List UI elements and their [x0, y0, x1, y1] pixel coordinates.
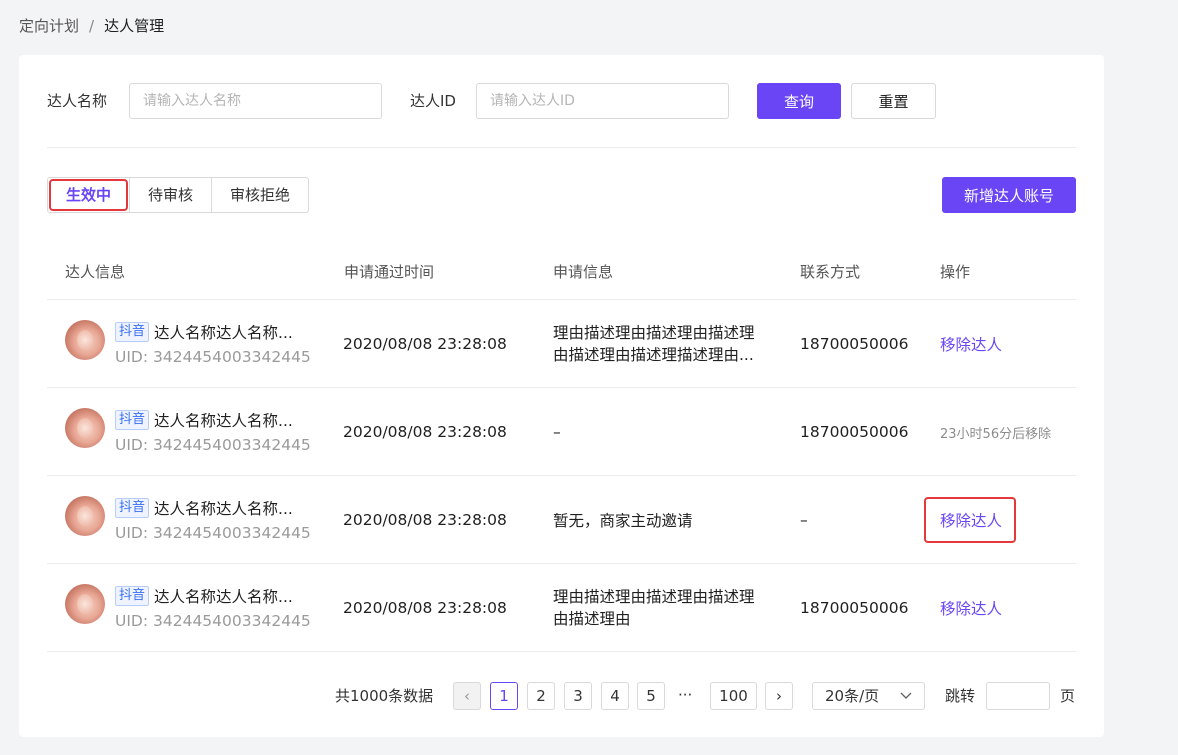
creator-id-input[interactable] [476, 83, 729, 119]
application-info: 理由描述理由描述理由描述理 由描述理由 [553, 564, 773, 652]
avatar [65, 320, 105, 360]
creator-uid: UID: 3424454003342445 [115, 436, 311, 454]
removal-countdown: 23小时56分后移除 [940, 426, 1052, 442]
application-info: 理由描述理由描述理由描述理 由描述理由描述理描述理由... [553, 300, 773, 388]
remove-creator-link[interactable]: 移除达人 [923, 497, 1017, 543]
creator-name-input[interactable] [129, 83, 382, 119]
action-cell: 移除达人 [923, 476, 1017, 564]
avatar [65, 408, 105, 448]
creator-uid: UID: 3424454003342445 [115, 524, 311, 542]
page-5[interactable]: 5 [637, 682, 665, 710]
contact: 18700050006 [800, 423, 909, 441]
table-row: 抖音 达人名称达人名称... UID: 3424454003342445 202… [47, 476, 1076, 564]
page-size-value: 20条/页 [825, 687, 880, 705]
application-info-line: 由描述理由描述理描述理由... [553, 346, 754, 364]
total-count: 共1000条数据 [335, 687, 434, 705]
platform-tag: 抖音 [115, 410, 150, 430]
page-ellipsis[interactable]: ··· [678, 682, 692, 708]
approved-time: 2020/08/08 23:28:08 [343, 599, 507, 617]
table-row: 抖音 达人名称达人名称... UID: 3424454003342445 202… [47, 564, 1076, 652]
filter-bar: 达人名称 达人ID 查询 重置 [47, 83, 1076, 121]
remove-creator-link[interactable]: 移除达人 [940, 564, 1002, 652]
page-2[interactable]: 2 [527, 682, 555, 710]
approved-time: 2020/08/08 23:28:08 [343, 335, 507, 353]
approved-time: 2020/08/08 23:28:08 [343, 511, 507, 529]
header-contact: 联系方式 [800, 262, 861, 281]
avatar [65, 584, 105, 624]
page-size-select[interactable]: 20条/页 [812, 682, 925, 710]
status-tabs: 生效中 待审核 审核拒绝 [47, 177, 310, 213]
page-3[interactable]: 3 [564, 682, 592, 710]
application-info-line: 由描述理由 [553, 610, 631, 628]
page-4[interactable]: 4 [601, 682, 629, 710]
tab-pending[interactable]: 待审核 [130, 178, 213, 212]
page-1[interactable]: 1 [490, 682, 518, 710]
id-label: 达人ID [410, 92, 456, 110]
creator-name: 达人名称达人名称... [154, 412, 293, 430]
creator-name: 达人名称达人名称... [154, 500, 293, 518]
header-approved-time: 申请通过时间 [344, 262, 435, 281]
breadcrumb: 定向计划 / 达人管理 [19, 15, 164, 36]
contact: – [800, 511, 808, 529]
application-info: 暂无，商家主动邀请 [553, 512, 693, 530]
application-info-line: 理由描述理由描述理由描述理 [553, 324, 755, 342]
tab-rejected[interactable]: 审核拒绝 [212, 178, 308, 212]
jump-page-input[interactable] [986, 682, 1050, 710]
platform-tag: 抖音 [115, 586, 150, 606]
prev-page-button[interactable]: ‹ [453, 682, 481, 710]
creator-name: 达人名称达人名称... [154, 324, 293, 342]
creator-table: 达人信息 申请通过时间 申请信息 联系方式 操作 抖音 达人名称达人名称... … [47, 243, 1076, 652]
header-creator-info: 达人信息 [65, 262, 126, 281]
approved-time: 2020/08/08 23:28:08 [343, 423, 507, 441]
next-page-button[interactable]: › [765, 682, 793, 710]
search-button[interactable]: 查询 [757, 83, 841, 119]
chevron-down-icon [900, 683, 912, 718]
creator-uid: UID: 3424454003342445 [115, 612, 311, 630]
page-last[interactable]: 100 [710, 682, 757, 710]
creator-uid: UID: 3424454003342445 [115, 348, 311, 366]
header-application-info: 申请信息 [553, 262, 614, 281]
table-header: 达人信息 申请通过时间 申请信息 联系方式 操作 [47, 243, 1076, 300]
add-creator-button[interactable]: 新增达人账号 [942, 177, 1076, 213]
contact: 18700050006 [800, 335, 909, 353]
divider [47, 147, 1076, 148]
breadcrumb-current: 达人管理 [104, 17, 165, 35]
avatar [65, 496, 105, 536]
pagination: 共1000条数据 ‹ 1 2 3 4 5 ··· 100 › 20条/页 跳转 … [19, 682, 1104, 710]
table-row: 抖音 达人名称达人名称... UID: 3424454003342445 202… [47, 388, 1076, 476]
platform-tag: 抖音 [115, 498, 150, 518]
platform-tag: 抖音 [115, 322, 150, 342]
name-label: 达人名称 [47, 92, 108, 110]
content-card: 达人名称 达人ID 查询 重置 生效中 待审核 审核拒绝 新增达人账号 达人信息… [19, 55, 1104, 737]
creator-name: 达人名称达人名称... [154, 588, 293, 606]
remove-creator-link[interactable]: 移除达人 [940, 300, 1002, 388]
page-suffix: 页 [1060, 687, 1076, 705]
application-info: – [553, 423, 561, 441]
reset-button[interactable]: 重置 [851, 83, 936, 119]
application-info-line: 理由描述理由描述理由描述理 [553, 588, 755, 606]
tab-active[interactable]: 生效中 [48, 178, 131, 212]
header-actions: 操作 [940, 262, 971, 281]
breadcrumb-parent[interactable]: 定向计划 [19, 15, 79, 36]
breadcrumb-separator: / [89, 16, 95, 35]
jump-label: 跳转 [945, 687, 976, 705]
contact: 18700050006 [800, 599, 909, 617]
table-row: 抖音 达人名称达人名称... UID: 3424454003342445 202… [47, 300, 1076, 388]
